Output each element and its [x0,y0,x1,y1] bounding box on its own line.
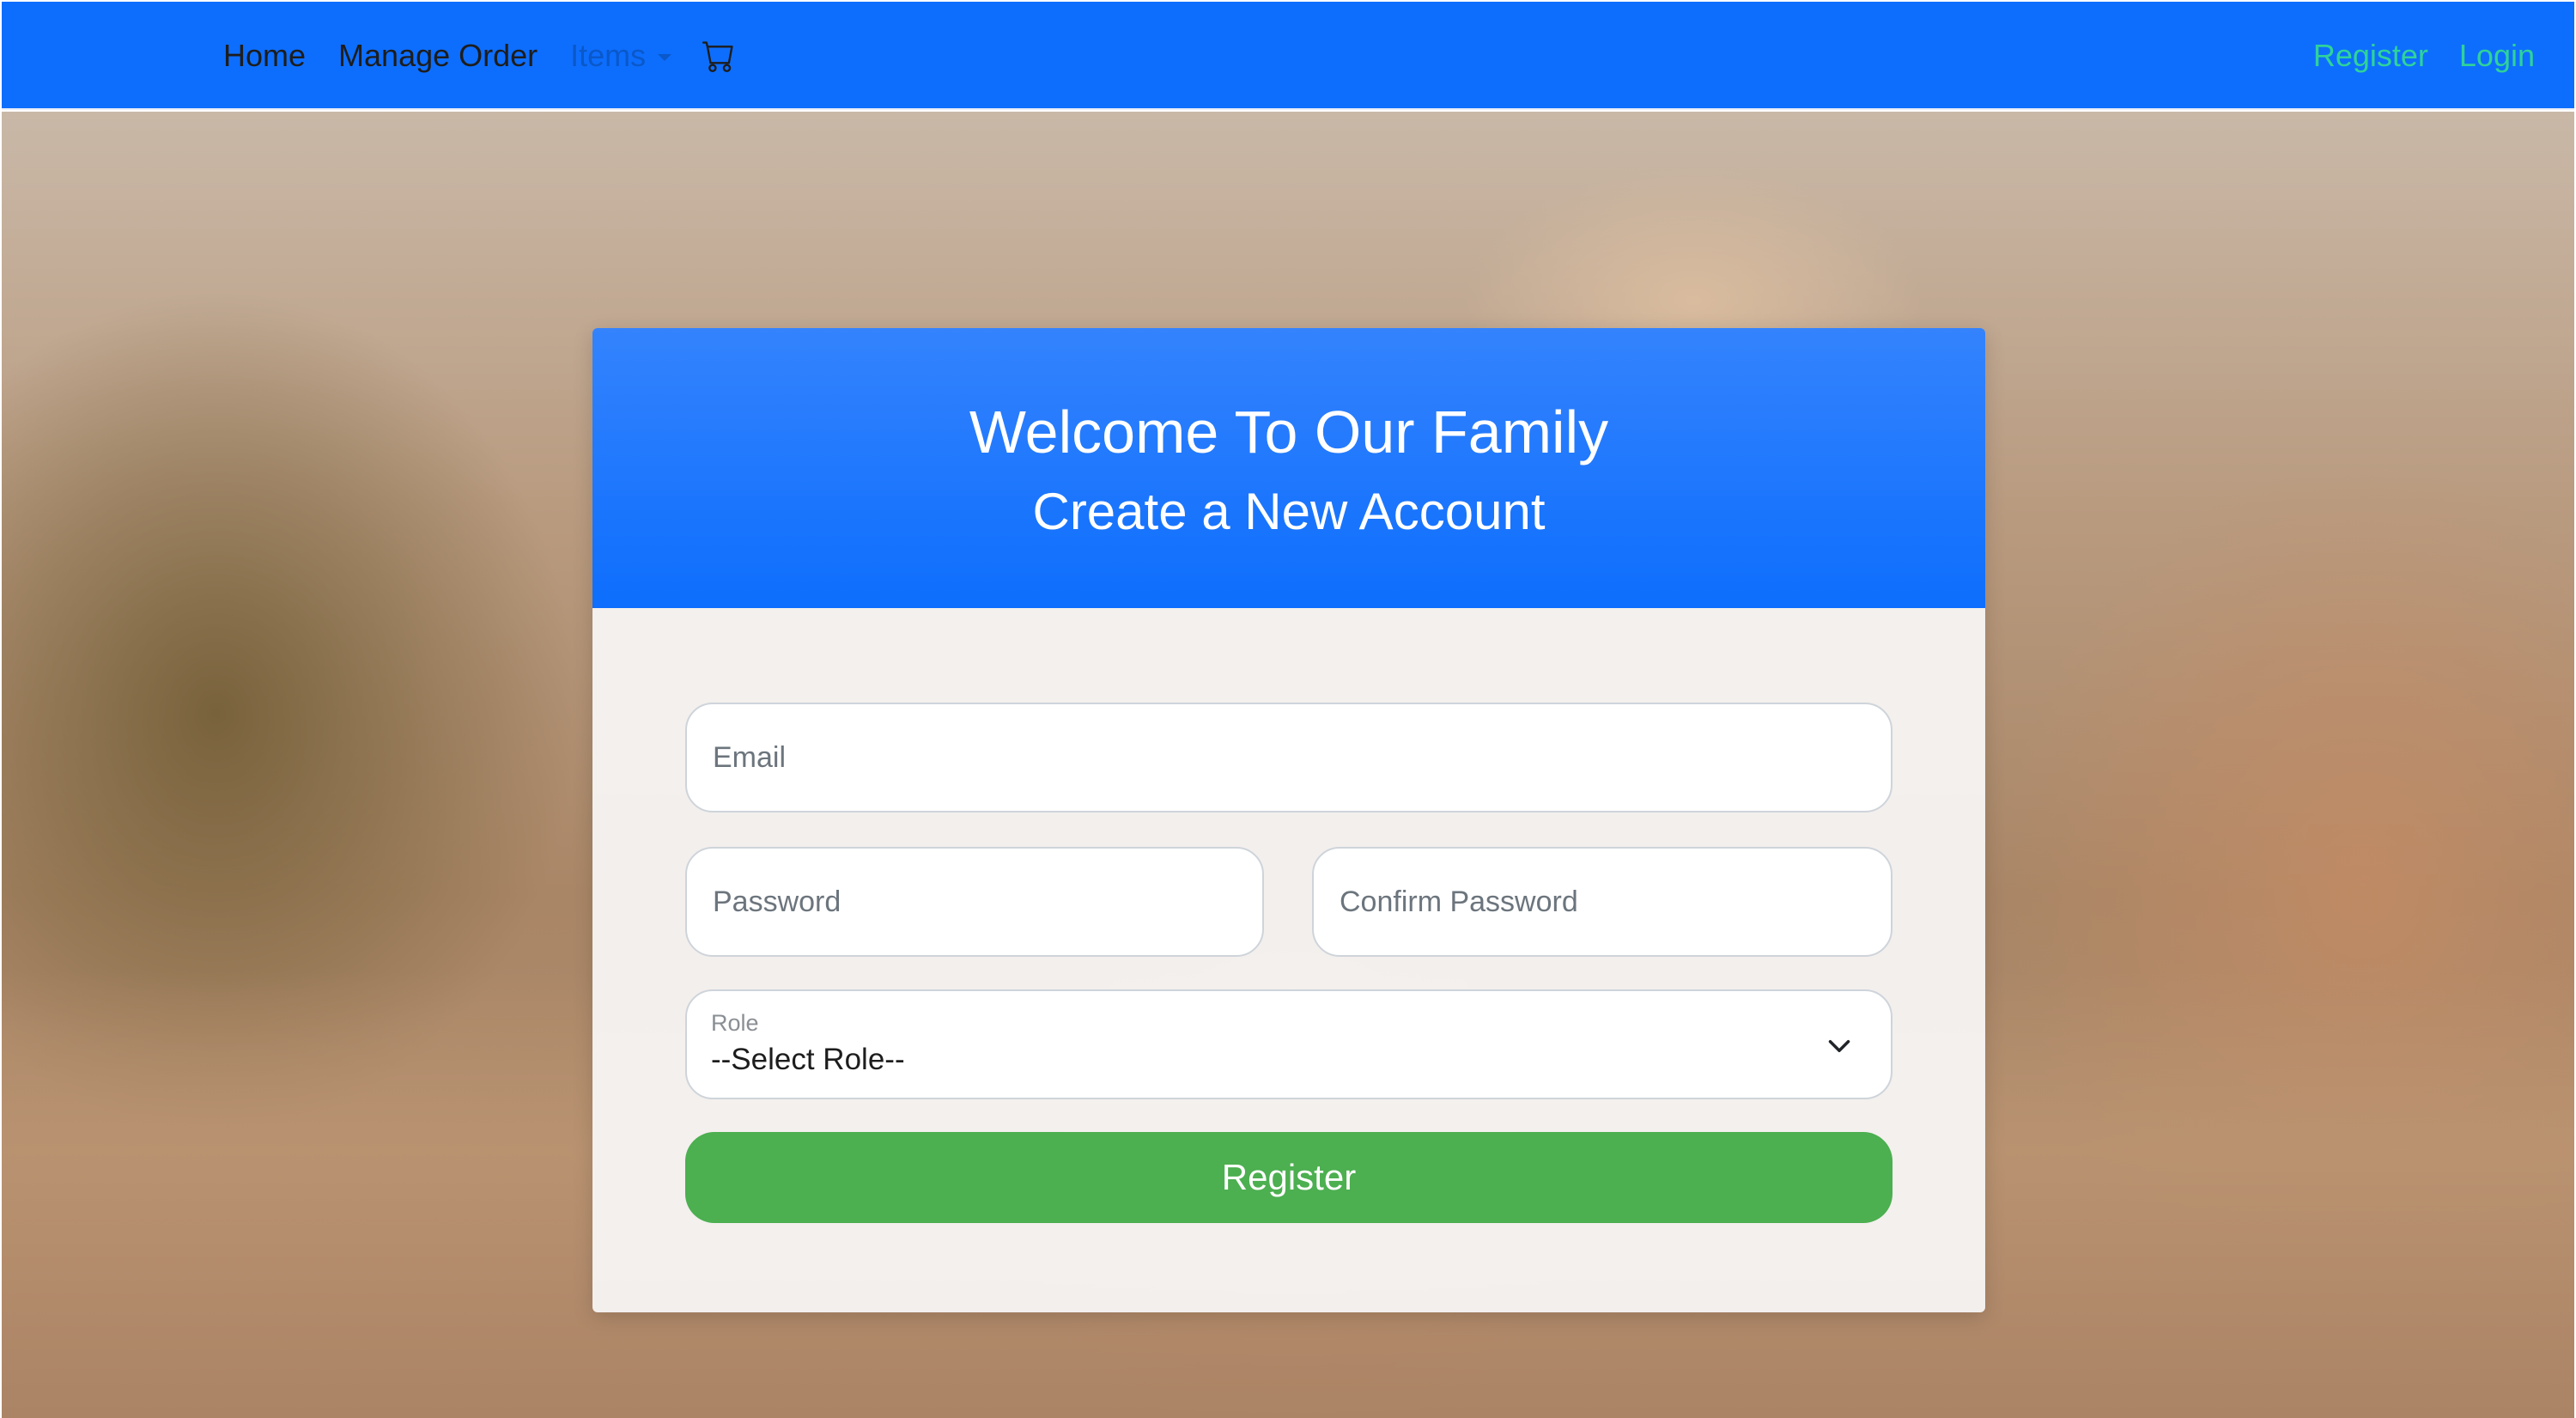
register-button[interactable]: Register [685,1132,1893,1223]
password-field [685,847,1264,957]
nav-right: Register Login [2282,2,2535,110]
confirm-password-field [1312,847,1893,957]
nav-left: Home Manage Order Items [223,2,735,110]
card-body: Role --Select Role-- Register [592,608,1985,1312]
cart-icon[interactable] [702,40,735,72]
nav-manage-order-link[interactable]: Manage Order [338,38,538,74]
confirm-password-input[interactable] [1338,884,1891,920]
nav-items-label: Items [570,38,647,73]
chevron-down-icon-svg [1828,1040,1850,1052]
nav-items-dropdown[interactable]: Items [570,38,672,74]
page: Home Manage Order Items Register Login W… [0,0,2576,1418]
card-header: Welcome To Our Family Create a New Accou… [592,328,1985,608]
card-title: Welcome To Our Family [969,399,1609,466]
card-subtitle: Create a New Account [1032,483,1546,540]
password-input[interactable] [711,884,1262,920]
nav-home-link[interactable]: Home [223,38,306,74]
email-field [685,703,1893,812]
role-selected-value: --Select Role-- [711,1043,905,1076]
nav-login-link[interactable]: Login [2459,38,2535,74]
cart-icon-svg [702,41,733,72]
nav-register-link[interactable]: Register [2313,38,2428,74]
register-card: Welcome To Our Family Create a New Accou… [592,328,1985,1312]
chevron-down-icon [1827,1034,1851,1062]
caret-down-icon [658,54,672,61]
email-input[interactable] [711,739,1891,776]
navbar: Home Manage Order Items Register Login [2,2,2574,110]
role-select[interactable]: Role --Select Role-- [685,989,1893,1099]
role-label: Role [711,1010,759,1036]
